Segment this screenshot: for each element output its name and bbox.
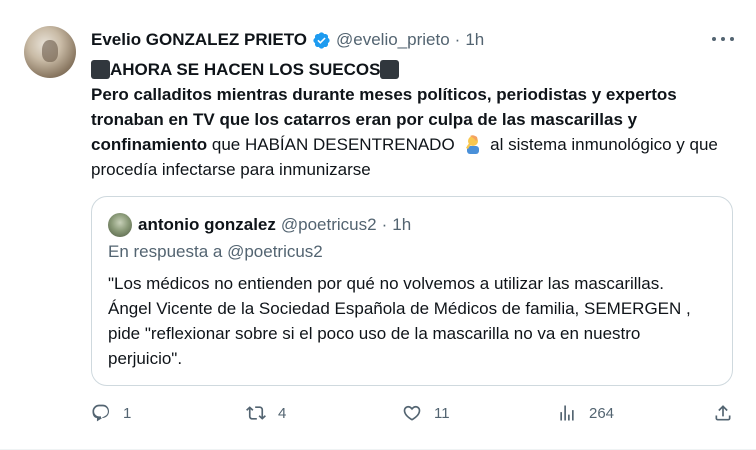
quoted-tweet-header: antonio gonzalez @poetricus2 · 1h xyxy=(108,213,411,237)
separator-dot: · xyxy=(454,30,461,49)
tweet-paragraph: Pero calladitos mientras durante meses p… xyxy=(91,82,731,182)
author-handle[interactable]: @evelio_prieto xyxy=(336,30,450,50)
black-square-icon xyxy=(380,60,400,79)
retweet-count: 4 xyxy=(278,404,287,422)
more-icon[interactable] xyxy=(712,32,734,46)
reply-button[interactable]: 1 xyxy=(91,403,131,423)
tweet[interactable]: Evelio GONZALEZ PRIETO @evelio_prieto · … xyxy=(0,0,756,450)
quoted-author-name: antonio gonzalez xyxy=(138,215,276,234)
tweet-headline: AHORA SE HACEN LOS SUECOS xyxy=(110,60,381,79)
action-bar: 1 4 11 264 xyxy=(91,403,736,427)
author-avatar[interactable] xyxy=(24,26,76,78)
quoted-author-avatar xyxy=(108,213,132,237)
quoted-separator-dot: · xyxy=(381,215,388,234)
tweet-headline-line: AHORA SE HACEN LOS SUECOS xyxy=(91,57,731,82)
share-button[interactable] xyxy=(713,403,733,423)
views-button[interactable]: 264 xyxy=(557,403,614,423)
retweet-icon xyxy=(246,406,266,420)
author-name[interactable]: Evelio GONZALEZ PRIETO xyxy=(91,30,307,50)
like-button[interactable]: 11 xyxy=(402,403,450,423)
tweet-text-1: que HABÍAN DESENTRENADO xyxy=(207,135,455,154)
facepalm-emoji-icon xyxy=(462,134,482,154)
reply-icon xyxy=(92,404,110,422)
like-icon xyxy=(403,405,421,421)
black-square-icon xyxy=(91,60,110,79)
tweet-time[interactable]: 1h xyxy=(465,30,484,50)
quoted-tweet-time: 1h xyxy=(392,215,412,234)
quoted-author-handle: @poetricus2 xyxy=(280,215,377,234)
quoted-tweet-text: "Los médicos no entienden por qué no vol… xyxy=(108,274,691,368)
share-icon xyxy=(715,405,731,421)
views-count: 264 xyxy=(589,404,615,422)
verified-badge-icon[interactable] xyxy=(312,31,331,50)
tweet-header: Evelio GONZALEZ PRIETO @evelio_prieto · … xyxy=(91,29,696,51)
quoted-reply-context: En respuesta a @poetricus2 xyxy=(108,242,323,261)
quoted-tweet[interactable]: antonio gonzalez @poetricus2 · 1h En res… xyxy=(91,196,733,386)
views-icon xyxy=(560,405,574,421)
retweet-button[interactable]: 4 xyxy=(246,403,286,423)
reply-count: 1 xyxy=(123,404,132,422)
like-count: 11 xyxy=(434,404,450,422)
tweet-body: AHORA SE HACEN LOS SUECOS Pero calladito… xyxy=(91,57,731,182)
